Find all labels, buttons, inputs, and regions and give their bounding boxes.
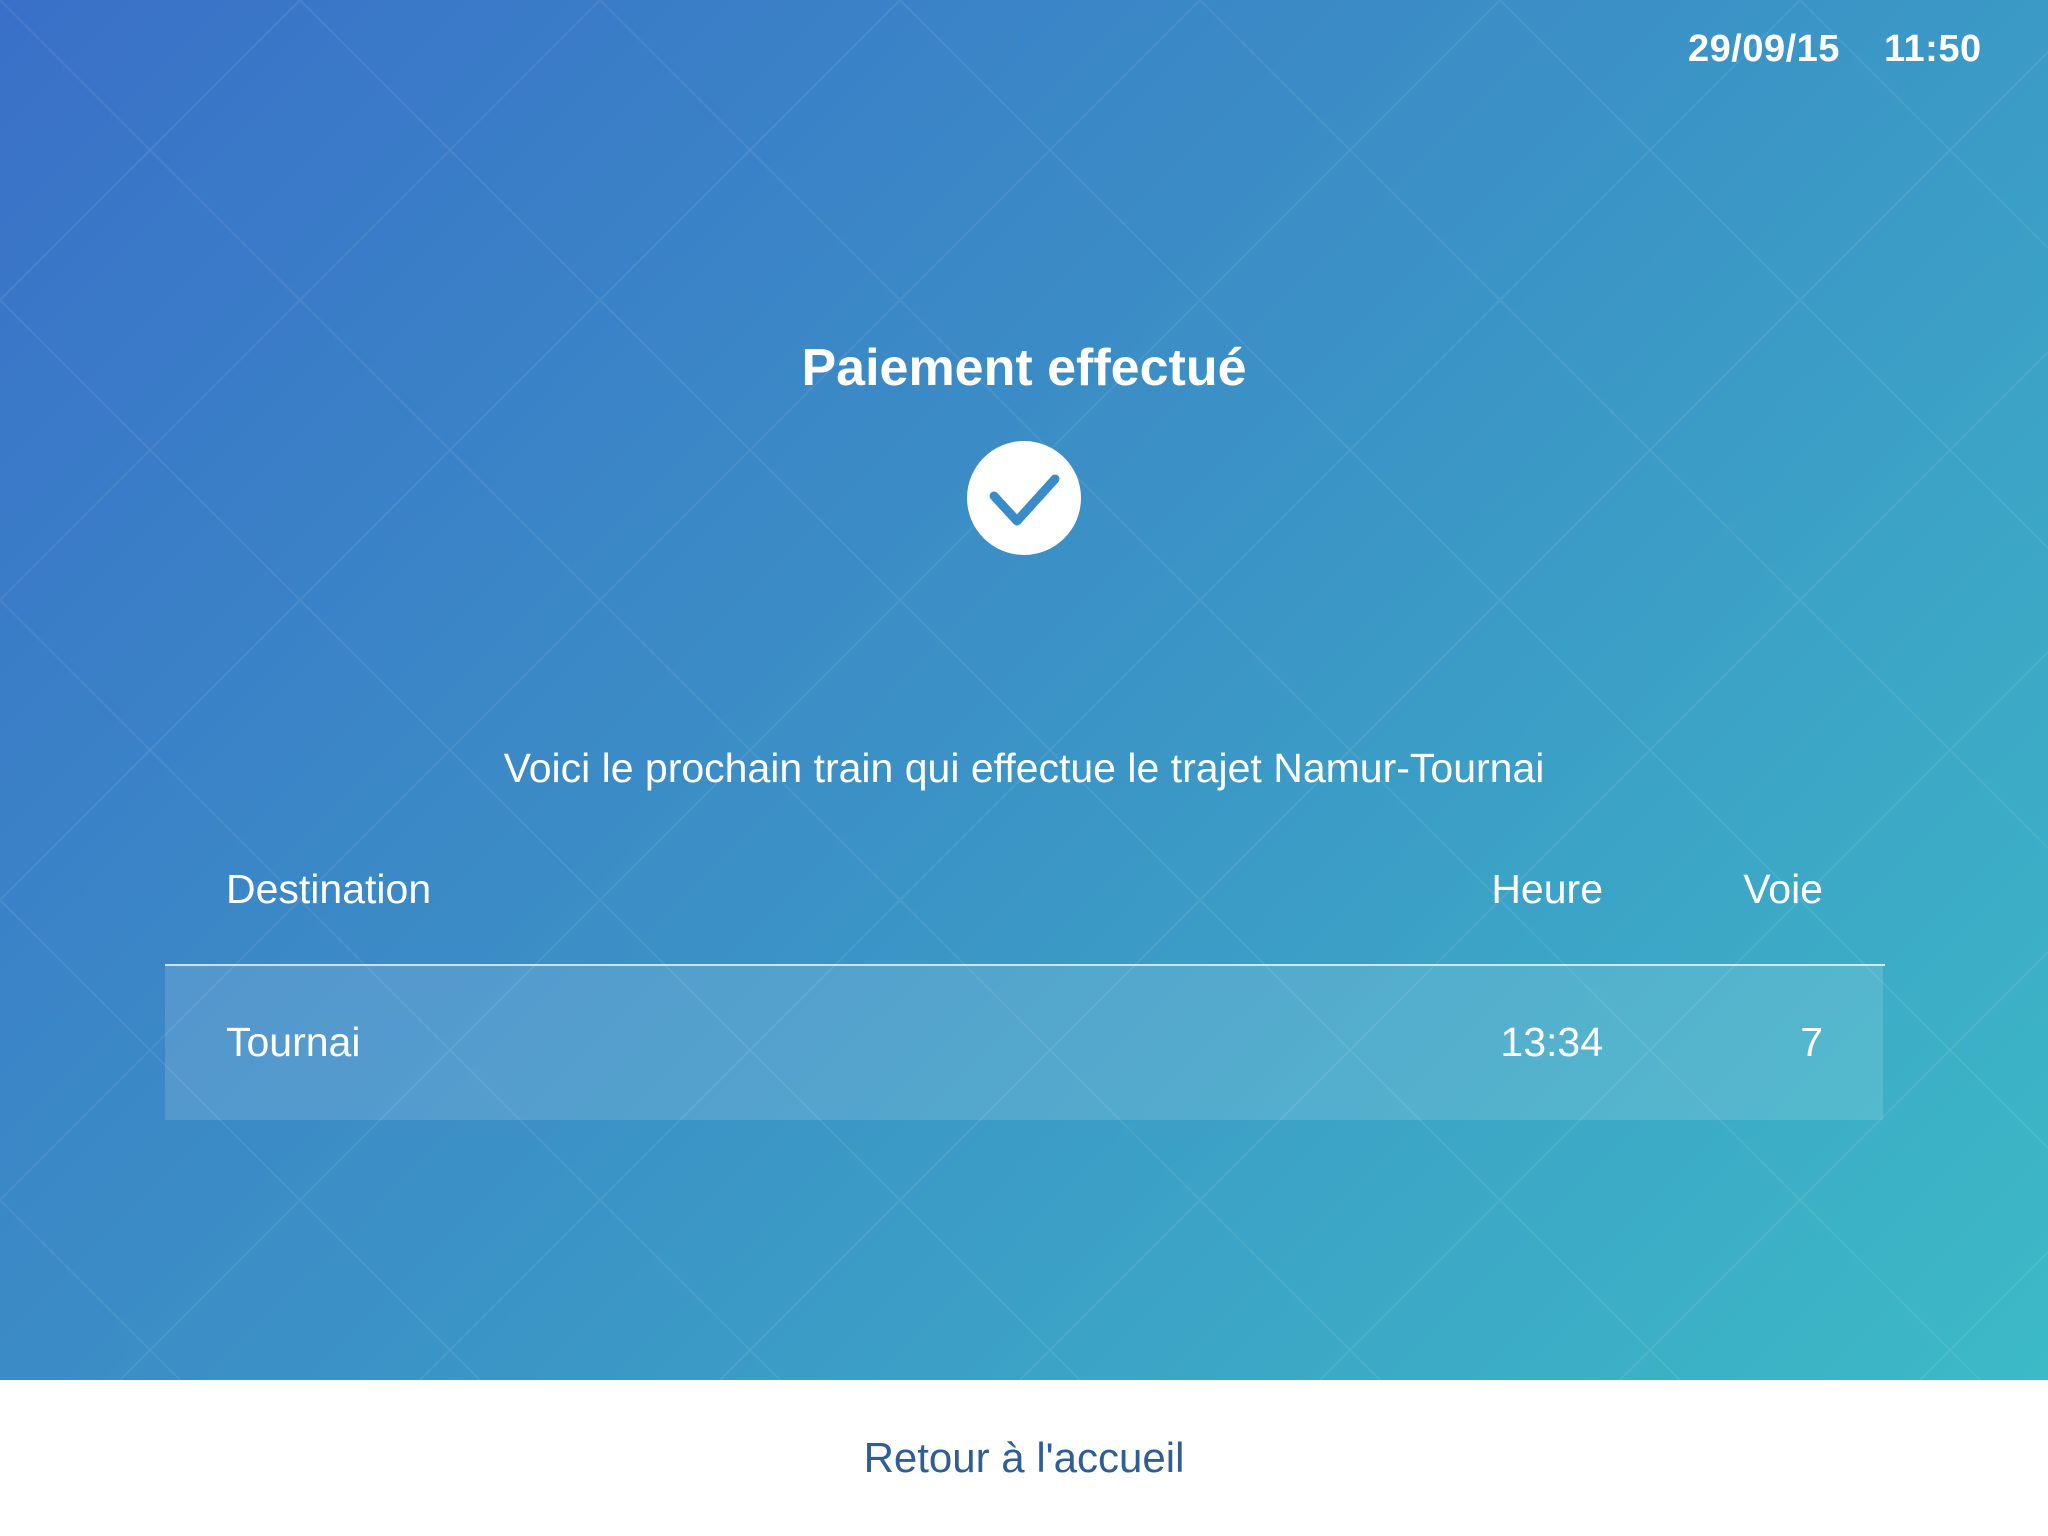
table-row: Tournai 13:34 7 xyxy=(165,966,1883,1120)
main-area: 29/09/15 11:50 Paiement effectué Voici l… xyxy=(0,0,2048,1380)
row-destination: Tournai xyxy=(226,1019,361,1065)
row-track: 7 xyxy=(1800,1019,1823,1065)
check-circle-icon xyxy=(967,441,1081,555)
next-train-message: Voici le prochain train qui effectue le … xyxy=(503,745,1545,791)
payment-confirmation-screen: 29/09/15 11:50 Paiement effectué Voici l… xyxy=(0,0,2048,1536)
status-date: 29/09/15 xyxy=(1688,28,1840,70)
train-table-header: Destination Heure Voie xyxy=(0,866,2048,926)
header-time: Heure xyxy=(1491,866,1603,912)
header-destination: Destination xyxy=(226,866,432,912)
row-time: 13:34 xyxy=(1500,1019,1603,1065)
page-title: Paiement effectué xyxy=(801,339,1247,397)
status-time: 11:50 xyxy=(1884,28,1982,70)
bottom-bar: Retour à l'accueil xyxy=(0,1380,2048,1536)
home-button[interactable]: Retour à l'accueil xyxy=(724,1420,1324,1496)
header-track: Voie xyxy=(1743,866,1823,912)
background-pattern xyxy=(0,0,2048,1380)
